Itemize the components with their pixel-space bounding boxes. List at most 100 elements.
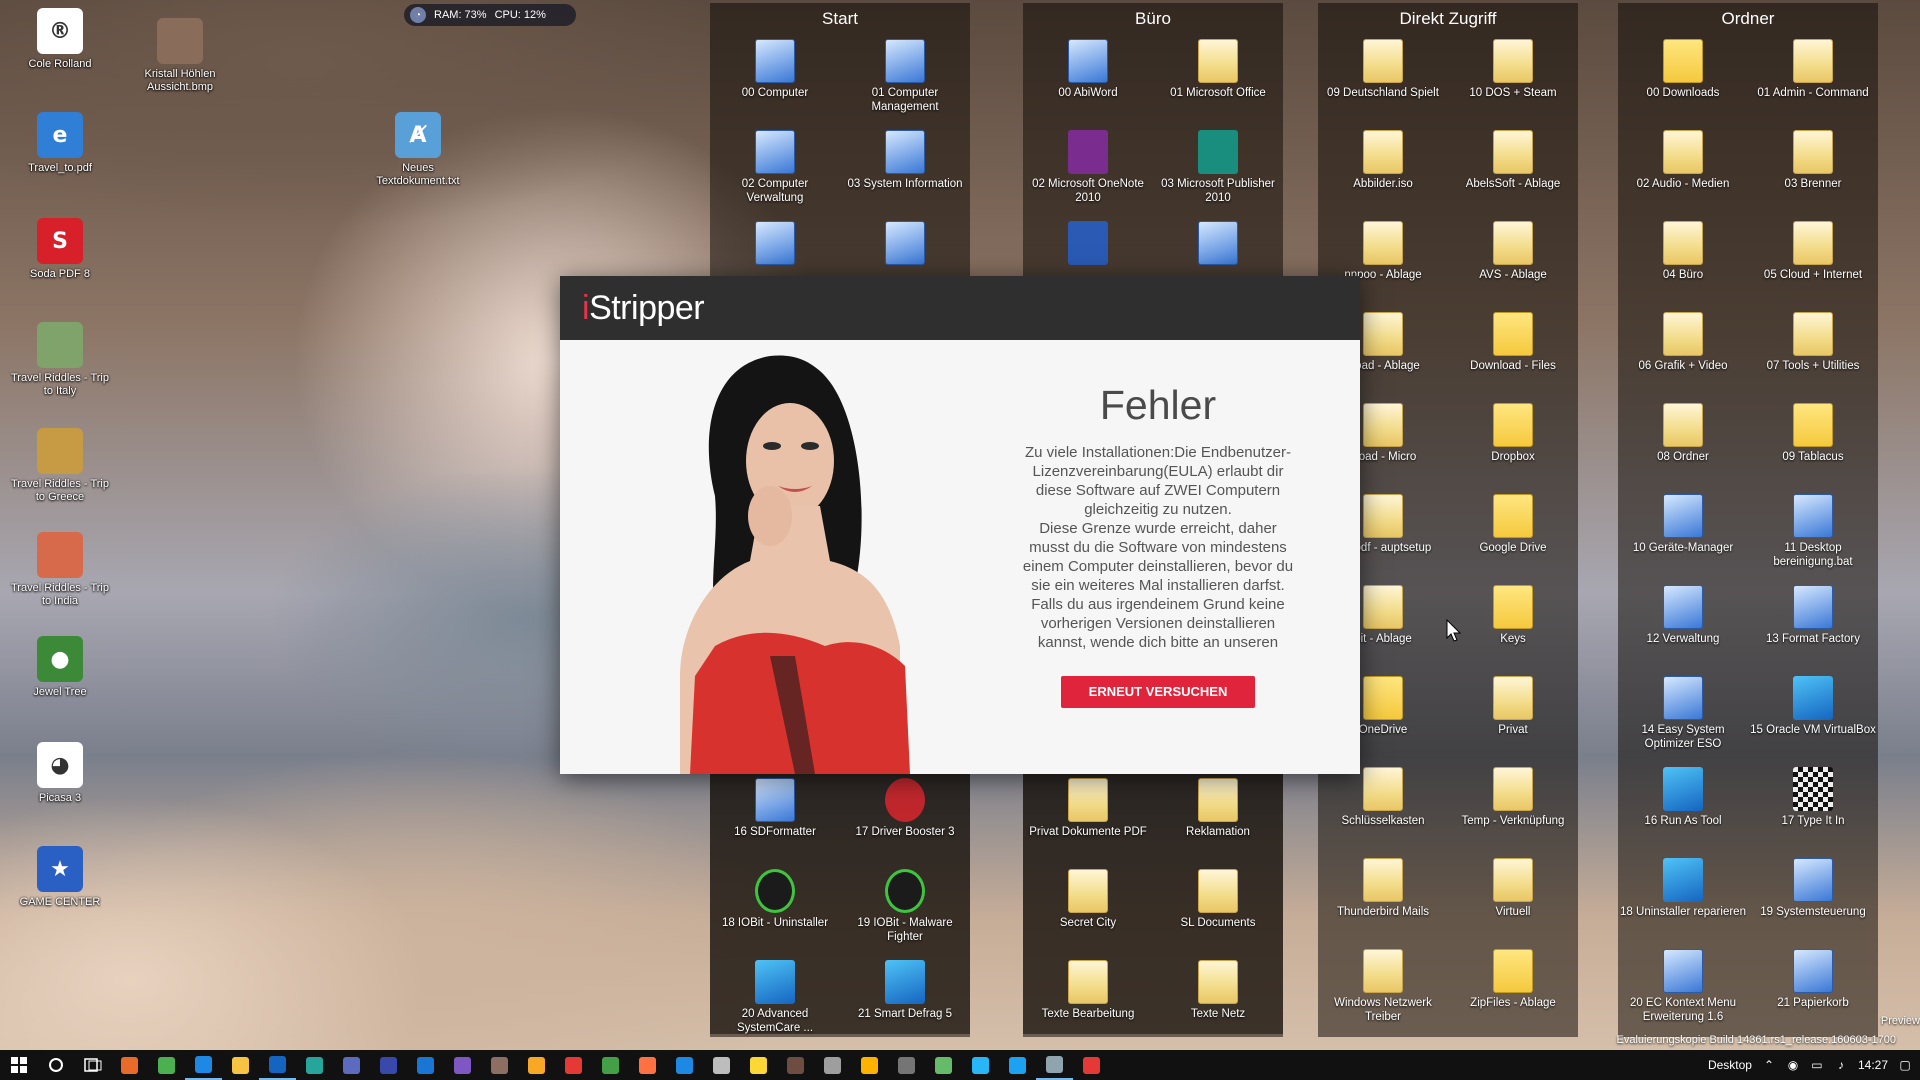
folder-shortcut[interactable]: Virtuell — [1448, 854, 1578, 945]
folder-shortcut[interactable]: Thunderbird Mails — [1318, 854, 1448, 945]
app-shortcut[interactable]: 17 Type It In — [1748, 763, 1878, 854]
app-shortcut[interactable]: 03 Microsoft Publisher 2010 — [1153, 126, 1283, 217]
taskbar-app-icon[interactable] — [222, 1050, 259, 1080]
taskbar-app-icon[interactable] — [1036, 1050, 1073, 1080]
chevron-up-icon[interactable]: ⌃ — [1762, 1058, 1776, 1072]
taskbar-app-icon[interactable] — [407, 1050, 444, 1080]
taskbar-app-icon[interactable] — [148, 1050, 185, 1080]
taskbar-app-icon[interactable] — [962, 1050, 999, 1080]
app-shortcut[interactable]: 21 Papierkorb — [1748, 945, 1878, 1036]
folder-shortcut[interactable]: Google Drive — [1448, 490, 1578, 581]
cortana-button[interactable] — [37, 1050, 74, 1080]
folder-shortcut[interactable]: 01 Microsoft Office — [1153, 35, 1283, 126]
folder-shortcut[interactable]: ZipFiles - Ablage — [1448, 945, 1578, 1036]
taskbar-app-icon[interactable] — [703, 1050, 740, 1080]
taskbar-app-icon[interactable] — [111, 1050, 148, 1080]
folder-shortcut[interactable]: 09 Deutschland Spielt — [1318, 35, 1448, 126]
app-shortcut[interactable]: 18 IOBit - Uninstaller — [710, 865, 840, 956]
desktop-shortcut[interactable]: ● Jewel Tree — [8, 636, 112, 699]
app-shortcut[interactable]: 21 Smart Defrag 5 — [840, 956, 970, 1047]
folder-shortcut[interactable]: 01 Admin - Command — [1748, 35, 1878, 126]
taskbar-app-icon[interactable] — [629, 1050, 666, 1080]
app-shortcut[interactable]: 16 SDFormatter — [710, 774, 840, 865]
app-shortcut[interactable]: 00 Computer — [710, 35, 840, 126]
taskbar-app-icon[interactable] — [740, 1050, 777, 1080]
volume-icon[interactable]: ♪ — [1834, 1058, 1848, 1072]
desktop-shortcut[interactable]: Kristall Höhlen Aussicht.bmp — [128, 18, 232, 94]
taskbar-app-icon[interactable] — [814, 1050, 851, 1080]
taskbar-app-icon[interactable] — [999, 1050, 1036, 1080]
folder-shortcut[interactable]: Dropbox — [1448, 399, 1578, 490]
folder-shortcut[interactable]: 05 Cloud + Internet — [1748, 217, 1878, 308]
start-button[interactable] — [0, 1050, 37, 1080]
action-center-icon[interactable]: ▢ — [1898, 1058, 1912, 1072]
taskbar-app-icon[interactable] — [481, 1050, 518, 1080]
folder-shortcut[interactable]: Texte Bearbeitung — [1023, 956, 1153, 1047]
desktop-shortcut[interactable]: S Soda PDF 8 — [8, 218, 112, 281]
app-shortcut[interactable]: 10 Geräte-Manager — [1618, 490, 1748, 581]
folder-shortcut[interactable]: 02 Audio - Medien — [1618, 126, 1748, 217]
folder-shortcut[interactable]: Download - Files — [1448, 308, 1578, 399]
desktop-shortcut[interactable]: ◕ Picasa 3 — [8, 742, 112, 805]
app-shortcut[interactable]: 15 Oracle VM VirtualBox — [1748, 672, 1878, 763]
app-shortcut[interactable]: 13 Format Factory — [1748, 581, 1878, 672]
taskbar-app-icon[interactable] — [333, 1050, 370, 1080]
taskbar-app-icon[interactable] — [185, 1050, 222, 1080]
taskbar-app-icon[interactable] — [296, 1050, 333, 1080]
folder-shortcut[interactable]: Windows Netzwerk Treiber — [1318, 945, 1448, 1036]
folder-shortcut[interactable]: 09 Tablacus — [1748, 399, 1878, 490]
app-shortcut[interactable]: 18 Uninstaller reparieren — [1618, 854, 1748, 945]
folder-shortcut[interactable]: 08 Ordner — [1618, 399, 1748, 490]
folder-shortcut[interactable]: Keys — [1448, 581, 1578, 672]
folder-shortcut[interactable]: Reklamation — [1153, 774, 1283, 865]
taskbar-app-icon[interactable] — [851, 1050, 888, 1080]
desktop-shortcut[interactable]: Travel Riddles - Trip to Italy — [8, 322, 112, 398]
folder-shortcut[interactable]: Schlüsselkasten — [1318, 763, 1448, 854]
folder-shortcut[interactable]: SL Documents — [1153, 865, 1283, 956]
folder-shortcut[interactable]: 03 Brenner — [1748, 126, 1878, 217]
folder-shortcut[interactable]: 00 Downloads — [1618, 35, 1748, 126]
desktop-shortcut[interactable]: Ⱥ Neues Textdokument.txt — [366, 112, 470, 188]
desktop-shortcut[interactable]: ® Cole Rolland — [8, 8, 112, 71]
taskbar-app-icon[interactable] — [444, 1050, 481, 1080]
app-shortcut[interactable]: 00 AbiWord — [1023, 35, 1153, 126]
taskbar-app-icon[interactable] — [259, 1050, 296, 1080]
app-shortcut[interactable]: 02 Computer Verwaltung — [710, 126, 840, 217]
desktop-shortcut[interactable]: ★ GAME CENTER — [8, 846, 112, 909]
folder-shortcut[interactable]: 06 Grafik + Video — [1618, 308, 1748, 399]
taskbar-app-icon[interactable] — [555, 1050, 592, 1080]
app-shortcut[interactable]: 11 Desktop bereinigung.bat — [1748, 490, 1878, 581]
folder-shortcut[interactable]: AbelsSoft - Ablage — [1448, 126, 1578, 217]
desktop-shortcut[interactable]: e Travel_to.pdf — [8, 112, 112, 175]
taskbar-app-icon[interactable] — [1073, 1050, 1110, 1080]
folder-shortcut[interactable]: 04 Büro — [1618, 217, 1748, 308]
taskbar-app-icon[interactable] — [888, 1050, 925, 1080]
taskbar-app-icon[interactable] — [777, 1050, 814, 1080]
desktop-toolbar-label[interactable]: Desktop — [1708, 1058, 1752, 1072]
folder-shortcut[interactable]: AVS - Ablage — [1448, 217, 1578, 308]
folder-shortcut[interactable]: Privat — [1448, 672, 1578, 763]
app-shortcut[interactable]: 02 Microsoft OneNote 2010 — [1023, 126, 1153, 217]
app-shortcut[interactable]: 12 Verwaltung — [1618, 581, 1748, 672]
folder-shortcut[interactable]: Texte Netz — [1153, 956, 1283, 1047]
folder-shortcut[interactable]: Secret City — [1023, 865, 1153, 956]
folder-shortcut[interactable]: Abbilder.iso — [1318, 126, 1448, 217]
network-icon[interactable]: ▭ — [1810, 1058, 1824, 1072]
app-shortcut[interactable]: 20 EC Kontext Menu Erweiterung 1.6 — [1618, 945, 1748, 1036]
app-shortcut[interactable]: 03 System Information — [840, 126, 970, 217]
app-shortcut[interactable]: 19 Systemsteuerung — [1748, 854, 1878, 945]
desktop-shortcut[interactable]: Travel Riddles - Trip to India — [8, 532, 112, 608]
taskbar-app-icon[interactable] — [666, 1050, 703, 1080]
desktop-shortcut[interactable]: Travel Riddles - Trip to Greece — [8, 428, 112, 504]
app-shortcut[interactable]: 20 Advanced SystemCare ... — [710, 956, 840, 1047]
taskbar-app-icon[interactable] — [925, 1050, 962, 1080]
taskbar-app-icon[interactable] — [592, 1050, 629, 1080]
task-view-button[interactable] — [74, 1050, 111, 1080]
clock[interactable]: 14:27 — [1858, 1058, 1888, 1072]
folder-shortcut[interactable]: 07 Tools + Utilities — [1748, 308, 1878, 399]
taskbar-app-icon[interactable] — [370, 1050, 407, 1080]
folder-shortcut[interactable]: Temp - Verknüpfung — [1448, 763, 1578, 854]
app-shortcut[interactable]: 16 Run As Tool — [1618, 763, 1748, 854]
app-shortcut[interactable]: 19 IOBit - Malware Fighter — [840, 865, 970, 956]
folder-shortcut[interactable]: Privat Dokumente PDF — [1023, 774, 1153, 865]
